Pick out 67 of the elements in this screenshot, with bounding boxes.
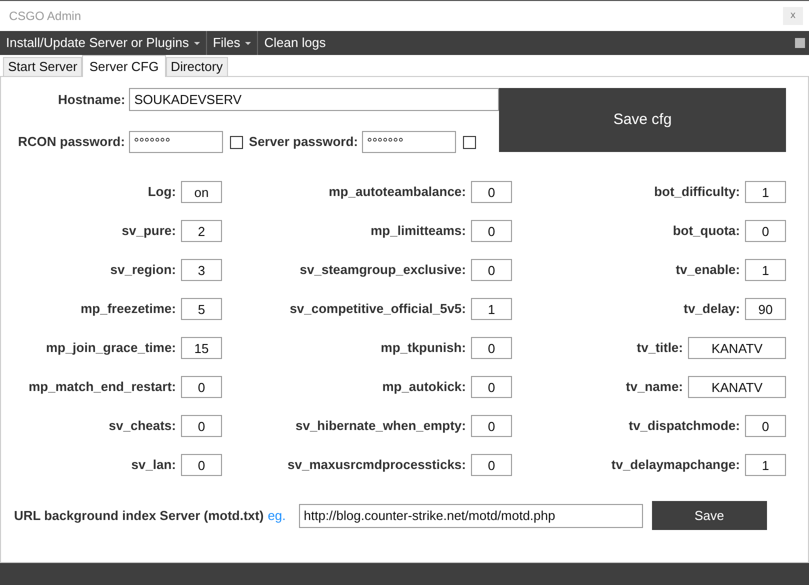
- window-title: CSGO Admin: [9, 8, 82, 25]
- setting-field[interactable]: 0: [471, 337, 512, 359]
- setting-label: mp_tkpunish:: [380, 339, 466, 358]
- setting-label: bot_quota:: [672, 222, 740, 240]
- setting-field[interactable]: 1: [745, 259, 786, 281]
- tab[interactable]: Server CFG: [82, 55, 166, 77]
- setting-field[interactable]: 0: [471, 181, 512, 203]
- setting-label: sv_cheats:: [108, 417, 176, 436]
- setting-label: tv_name:: [626, 378, 683, 396]
- checkbox[interactable]: [463, 136, 476, 148]
- setting-field[interactable]: 0: [471, 454, 512, 476]
- hostname-field[interactable]: SOUKADEVSERV: [129, 88, 499, 111]
- motd-url-field[interactable]: http://blog.counter-strike.net/motd/motd.php: [298, 504, 643, 528]
- tab[interactable]: Start Server: [3, 57, 82, 76]
- setting-field[interactable]: 0: [745, 220, 786, 242]
- setting-field[interactable]: 5: [181, 298, 222, 320]
- setting-label: Log:: [148, 183, 176, 202]
- setting-label: sv_pure:: [122, 222, 176, 240]
- save-cfg-button[interactable]: Save cfg: [499, 88, 786, 152]
- setting-label: bot_difficulty:: [654, 183, 740, 202]
- menu-item[interactable]: Files: [206, 31, 258, 55]
- setting-field[interactable]: 90: [745, 298, 786, 320]
- setting-field[interactable]: 2: [181, 220, 222, 242]
- setting-label: tv_delaymapchange:: [611, 456, 740, 474]
- password-label: RCON password:: [18, 133, 125, 152]
- setting-label: sv_lan:: [131, 456, 176, 474]
- save-button[interactable]: Save: [652, 501, 767, 530]
- password-field[interactable]: °°°°°°°: [128, 131, 223, 153]
- setting-label: tv_delay:: [684, 300, 740, 318]
- setting-label: mp_join_grace_time:: [46, 339, 176, 358]
- setting-label: mp_autokick:: [382, 378, 466, 396]
- setting-field[interactable]: 0: [471, 259, 512, 281]
- hostname-label: Hostname:: [58, 90, 126, 109]
- setting-label: tv_dispatchmode:: [628, 417, 740, 436]
- setting-field[interactable]: KANATV: [688, 337, 786, 359]
- setting-field[interactable]: 0: [181, 454, 222, 476]
- setting-field[interactable]: on: [181, 181, 222, 203]
- setting-field[interactable]: 15: [181, 337, 222, 359]
- menu-item[interactable]: Clean logs: [258, 31, 332, 55]
- setting-label: mp_limitteams:: [370, 222, 466, 240]
- setting-label: sv_steamgroup_exclusive:: [300, 261, 466, 280]
- setting-field[interactable]: 0: [471, 376, 512, 398]
- setting-label: sv_region:: [110, 261, 176, 280]
- setting-label: tv_enable:: [676, 261, 740, 280]
- close-button[interactable]: x: [783, 7, 803, 25]
- setting-field[interactable]: KANATV: [688, 376, 786, 398]
- setting-field[interactable]: 0: [471, 415, 512, 437]
- setting-field[interactable]: 1: [471, 298, 512, 320]
- setting-field[interactable]: 0: [181, 415, 222, 437]
- password-field[interactable]: °°°°°°°: [362, 131, 456, 153]
- setting-label: mp_autoteambalance:: [328, 183, 466, 202]
- tab[interactable]: Directory: [166, 57, 228, 76]
- setting-label: sv_maxusrcmdprocessticks:: [288, 456, 466, 474]
- setting-label: sv_hibernate_when_empty:: [295, 417, 466, 436]
- setting-label: mp_match_end_restart:: [28, 378, 176, 396]
- setting-field[interactable]: 3: [181, 259, 222, 281]
- motd-label: URL background index Server (motd.txt): [14, 506, 264, 525]
- setting-field[interactable]: 0: [181, 376, 222, 398]
- setting-field[interactable]: 1: [745, 454, 786, 476]
- setting-label: mp_freezetime:: [80, 300, 176, 318]
- setting-field[interactable]: 1: [745, 181, 786, 203]
- setting-field[interactable]: 0: [745, 415, 786, 437]
- setting-label: sv_competitive_official_5v5:: [290, 300, 466, 318]
- setting-field[interactable]: 0: [471, 220, 512, 242]
- password-label: Server password:: [248, 133, 358, 152]
- checkbox[interactable]: [230, 136, 243, 148]
- setting-label: tv_title:: [636, 339, 683, 358]
